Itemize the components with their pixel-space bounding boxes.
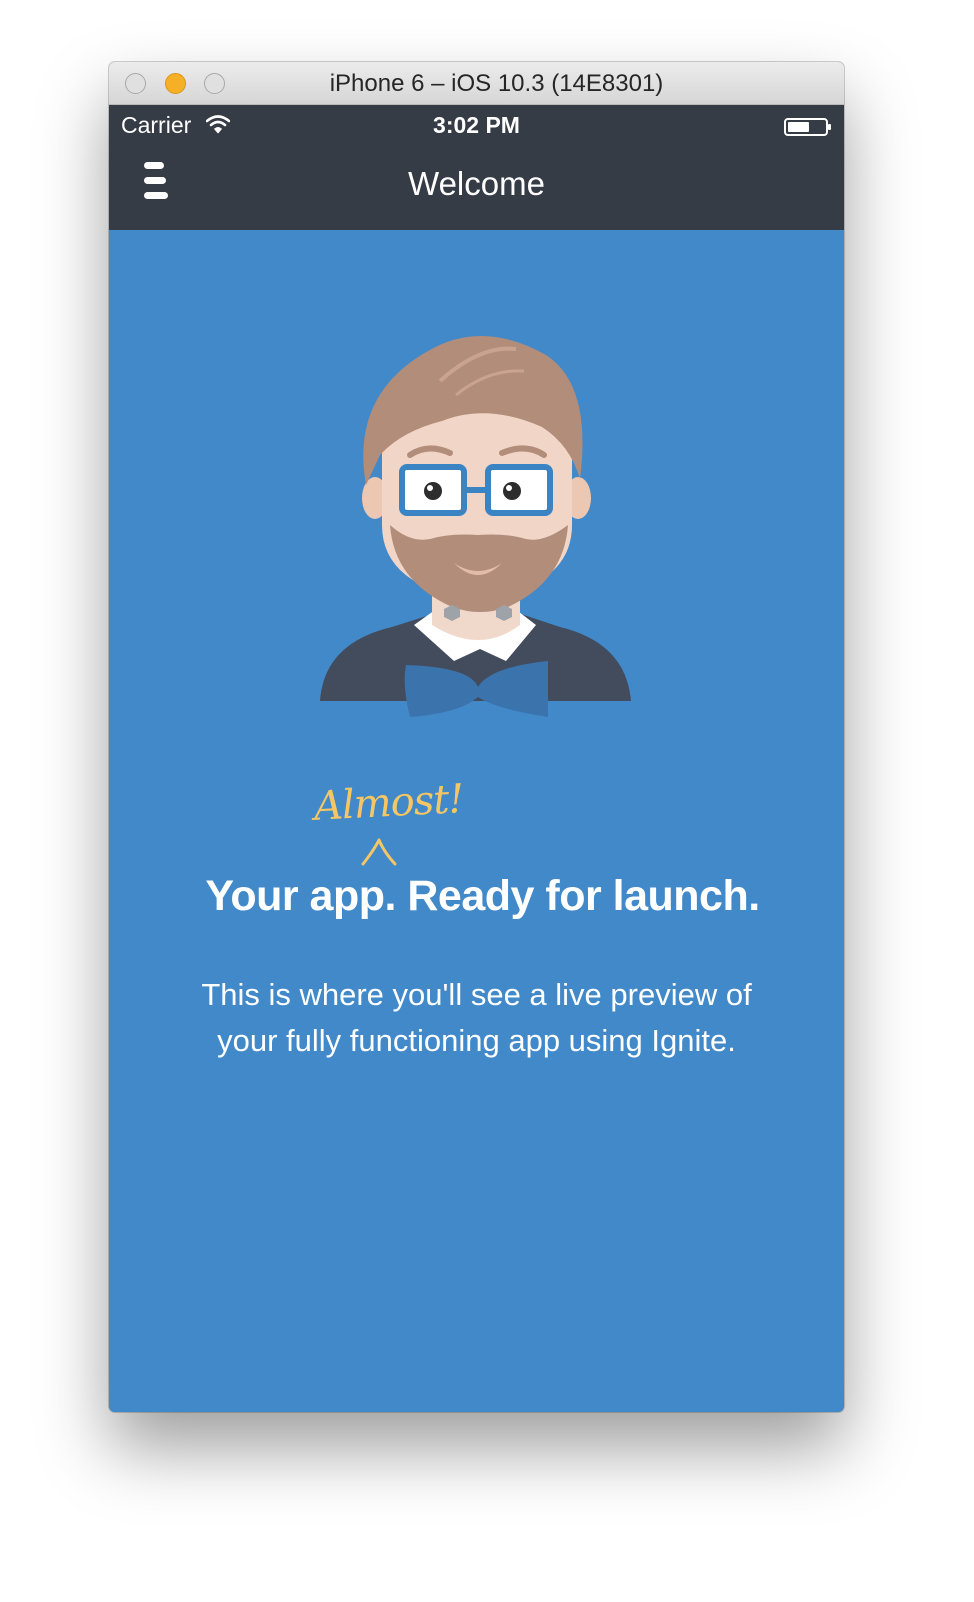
- status-time: 3:02 PM: [433, 112, 520, 138]
- battery-icon: [784, 118, 831, 136]
- description: This is where you'll see a live preview …: [201, 977, 752, 1058]
- zoom-window-button[interactable]: [204, 73, 225, 94]
- almost-annotation: Almost!: [312, 776, 465, 830]
- status-bar: Carrier 3:02 PM: [109, 105, 844, 145]
- minimize-window-button[interactable]: [165, 73, 186, 94]
- navigation-bar: Welcome: [109, 145, 844, 230]
- window-titlebar[interactable]: iPhone 6 – iOS 10.3 (14E8301): [109, 62, 844, 105]
- nav-title: Welcome: [408, 165, 545, 202]
- close-window-button[interactable]: [125, 73, 146, 94]
- caret-up-icon: [361, 838, 397, 866]
- welcome-screen: Almost! Your app. Ready for launch. This…: [109, 230, 844, 1412]
- headline: Your app. Ready for launch.: [205, 872, 760, 920]
- window-title: iPhone 6 – iOS 10.3 (14E8301): [329, 70, 664, 97]
- avatar-illustration: [320, 335, 631, 717]
- simulator-window: iPhone 6 – iOS 10.3 (14E8301) Carrier 3:…: [109, 62, 844, 1412]
